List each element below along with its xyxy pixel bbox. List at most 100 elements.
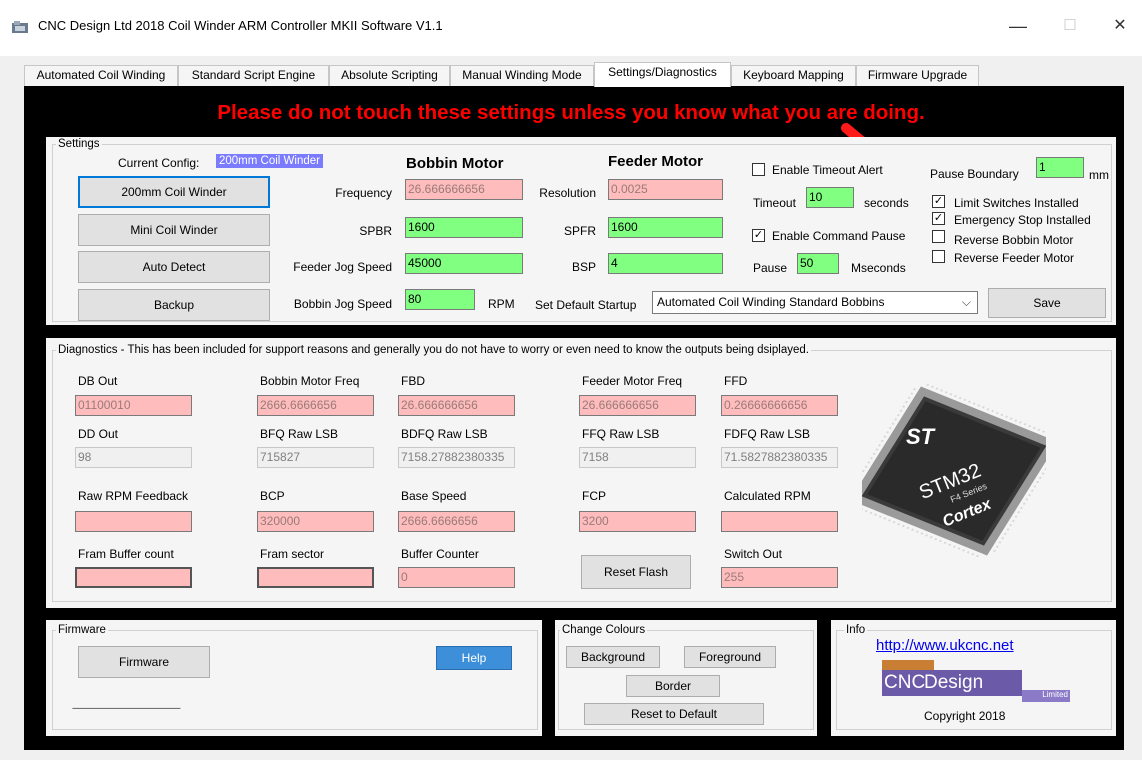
bfq-raw-lsb-field[interactable]: 715827 [257,447,374,468]
logo-limited-text: Limited [1022,690,1070,702]
bdfq-raw-lsb-field[interactable]: 7158.27882380335 [398,447,515,468]
info-group-label: Info [844,624,868,636]
default-startup-select[interactable]: Automated Coil Winding Standard Bobbins ⌵ [652,291,978,314]
buffer-counter-field[interactable]: 0 [398,567,515,588]
background-colour-button[interactable]: Background [566,646,660,668]
raw-rpm-feedback-label: Raw RPM Feedback [78,489,189,503]
tab-absolute-scripting[interactable]: Absolute Scripting [329,65,450,86]
spbr-field[interactable]: 1600 [405,217,523,238]
tab-standard-script-engine[interactable]: Standard Script Engine [178,65,329,86]
buffer-counter-label: Buffer Counter [401,547,479,561]
enable-command-pause-checkbox[interactable]: ✓ [752,229,765,242]
logo-design-text: Design [924,672,984,693]
tab-settings-diagnostics[interactable]: Settings/Diagnostics [594,62,731,87]
feeder-jog-speed-field[interactable]: 45000 [405,253,523,274]
tab-automated-coil-winding[interactable]: Automated Coil Winding [24,65,178,86]
tab-keyboard-mapping[interactable]: Keyboard Mapping [731,65,856,86]
auto-detect-button[interactable]: Auto Detect [78,251,270,283]
fram-buffer-count-field[interactable] [75,567,192,588]
copyright-text: Copyright 2018 [924,709,1006,723]
tab-firmware-upgrade[interactable]: Firmware Upgrade [856,65,979,86]
save-button[interactable]: Save [988,288,1106,318]
fdfq-raw-lsb-field[interactable]: 71.5827882380335 [721,447,838,468]
bobbin-jog-speed-label: Bobbin Jog Speed [293,297,392,311]
pause-boundary-field[interactable]: 1 [1036,157,1084,178]
help-button[interactable]: Help [436,646,512,670]
base-speed-label: Base Speed [401,489,467,503]
current-config-label: Current Config: [118,156,200,170]
reverse-feeder-checkbox[interactable] [932,250,945,263]
fbd-field[interactable]: 26.666666656 [398,395,515,416]
bfq-raw-lsb-label: BFQ Raw LSB [260,427,339,441]
limit-switches-checkbox[interactable]: ✓ [932,195,945,208]
fbd-label: FBD [401,374,425,388]
border-colour-button[interactable]: Border [626,675,720,697]
bobbin-motor-header: Bobbin Motor [406,155,504,172]
app-icon [12,21,28,33]
base-speed-field[interactable]: 2666.6666656 [398,511,515,532]
spfr-label: SPFR [563,224,596,238]
coil-winder-200mm-button[interactable]: 200mm Coil Winder [78,176,270,208]
calculated-rpm-field[interactable] [721,511,838,532]
pause-label: Pause [753,261,788,275]
resolution-field[interactable]: 0.0025 [608,179,723,200]
ffq-raw-lsb-field[interactable]: 7158 [579,447,696,468]
tab-manual-winding-mode[interactable]: Manual Winding Mode [450,65,594,86]
cncdesign-logo: CNC Design [882,670,1022,696]
limit-switches-label: Limit Switches Installed [954,196,1079,210]
reset-flash-button[interactable]: Reset Flash [581,555,691,589]
calculated-rpm-label: Calculated RPM [724,489,811,503]
bcp-label: BCP [260,489,285,503]
firmware-button[interactable]: Firmware [78,646,210,678]
pause-field[interactable]: 50 [797,253,839,274]
stm32-chip-image: ST STM32 F4 Series Cortex [862,383,1046,559]
bcp-field[interactable]: 320000 [257,511,374,532]
minimize-button[interactable]: — [998,14,1038,38]
fram-sector-field[interactable] [257,567,374,588]
ffd-label: FFD [724,374,748,388]
db-out-field[interactable]: 01100010 [75,395,192,416]
ukcnc-link[interactable]: http://www.ukcnc.net [876,637,1014,654]
fram-sector-label: Fram sector [260,547,325,561]
pause-boundary-label: Pause Boundary [930,167,1019,181]
emergency-stop-checkbox[interactable]: ✓ [932,212,945,225]
reverse-feeder-label: Reverse Feeder Motor [954,251,1075,265]
raw-rpm-feedback-field[interactable] [75,511,192,532]
bsp-label: BSP [571,260,596,274]
feeder-jog-speed-label: Feeder Jog Speed [293,260,392,274]
mini-coil-winder-button[interactable]: Mini Coil Winder [78,214,270,246]
default-startup-value: Automated Coil Winding Standard Bobbins [657,295,885,309]
chevron-down-icon: ⌵ [961,295,971,309]
enable-timeout-alert-label: Enable Timeout Alert [772,163,883,177]
settings-group-label: Settings [56,138,102,150]
reset-to-default-button[interactable]: Reset to Default [584,703,764,725]
timeout-field[interactable]: 10 [806,187,854,208]
default-startup-label: Set Default Startup [535,298,637,312]
spbr-label: SPBR [359,224,392,238]
maximize-button[interactable]: ☐ [1050,14,1090,38]
backup-button[interactable]: Backup [78,289,270,321]
switch-out-field[interactable]: 255 [721,567,838,588]
foreground-colour-button[interactable]: Foreground [684,646,776,668]
ffd-field[interactable]: 0.26666666656 [721,395,838,416]
dd-out-field[interactable]: 98 [75,447,192,468]
reverse-bobbin-label: Reverse Bobbin Motor [954,233,1074,247]
firmware-group-label: Firmware [56,624,108,636]
feeder-motor-freq-field[interactable]: 26.666666656 [579,395,696,416]
fcp-field[interactable]: 3200 [579,511,696,532]
bdfq-raw-lsb-label: BDFQ Raw LSB [401,427,488,441]
bobbin-jog-speed-field[interactable]: 80 [405,289,475,310]
firmware-divider: ----------------------------------------… [72,703,181,713]
db-out-label: DB Out [78,374,118,388]
frequency-label: Frequency [335,186,392,200]
close-button[interactable]: ✕ [1100,14,1140,38]
frequency-field[interactable]: 26.666666656 [405,179,523,200]
bobbin-motor-freq-field[interactable]: 2666.6666656 [257,395,374,416]
colours-group-label: Change Colours [560,624,648,636]
firmware-group [52,630,538,730]
reverse-bobbin-checkbox[interactable] [932,230,945,243]
window-title: CNC Design Ltd 2018 Coil Winder ARM Cont… [38,18,443,33]
spfr-field[interactable]: 1600 [608,217,723,238]
enable-timeout-alert-checkbox[interactable] [752,163,765,176]
bsp-field[interactable]: 4 [608,253,723,274]
